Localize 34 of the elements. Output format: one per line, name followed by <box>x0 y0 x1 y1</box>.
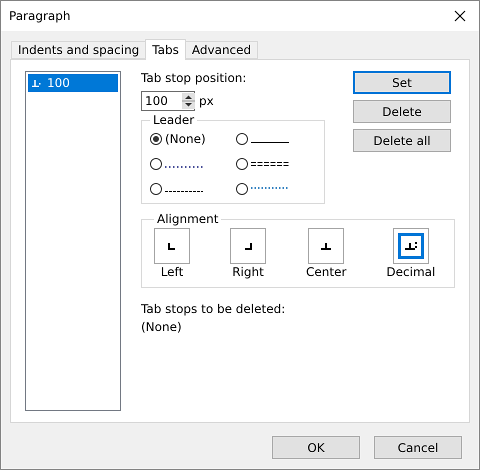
leader-line-icon <box>165 191 203 192</box>
action-button[interactable]: Set <box>353 71 451 94</box>
unit-label: px <box>199 94 214 108</box>
radio-button[interactable] <box>150 158 162 170</box>
action-button[interactable]: Delete <box>353 100 451 123</box>
leader-line-icon <box>165 166 203 168</box>
leader-line-icon <box>251 142 289 143</box>
radio-button[interactable] <box>236 158 248 170</box>
field-label: Tab stop position: <box>141 71 248 85</box>
dialog-button[interactable]: OK <box>272 436 360 459</box>
leader-line-icon <box>251 186 289 188</box>
decimal-tab-icon <box>32 80 41 86</box>
field-label: Tab stops to be deleted: <box>141 302 286 316</box>
action-button[interactable]: Delete all <box>353 129 451 152</box>
group-title: Leader <box>152 113 196 127</box>
tab[interactable]: Tabs <box>145 39 186 60</box>
radio-button[interactable] <box>236 133 248 145</box>
position-spinbox[interactable]: 100 <box>141 91 195 111</box>
leader-line-icon <box>251 162 289 166</box>
deleted-stops-text: (None) <box>141 320 183 334</box>
list-item[interactable]: 100 <box>28 74 118 92</box>
window-title: Paragraph <box>9 9 70 23</box>
radio-button[interactable] <box>150 183 162 195</box>
tab-marker-icon <box>404 241 418 251</box>
leader-option[interactable]: (None) <box>150 131 236 147</box>
tab[interactable]: Advanced <box>184 41 258 59</box>
radio-button[interactable] <box>150 133 162 145</box>
dialog-button[interactable]: Cancel <box>374 436 462 459</box>
spin-arrows-icon[interactable] <box>182 93 195 109</box>
close-icon <box>454 10 466 22</box>
tab-marker-icon <box>319 241 334 251</box>
radio-button[interactable] <box>236 183 248 195</box>
tab[interactable]: Indents and spacing <box>11 41 146 59</box>
group-title: Alignment <box>156 212 220 226</box>
